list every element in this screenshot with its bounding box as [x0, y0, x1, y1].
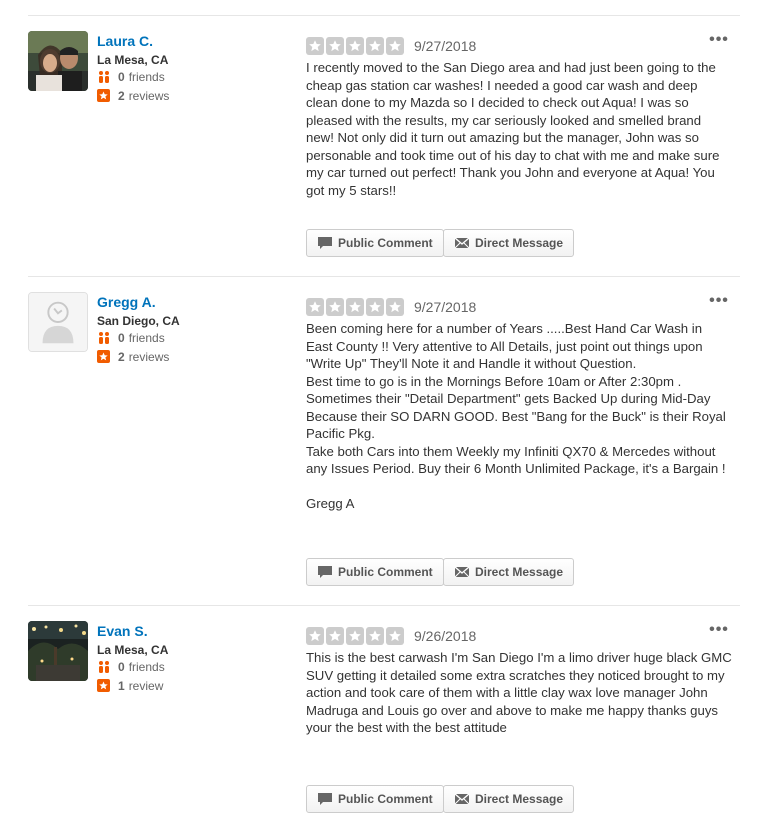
- friends-count: 0 friends: [97, 70, 165, 84]
- star-icon: [386, 37, 404, 55]
- direct-message-button[interactable]: Direct Message: [443, 558, 575, 586]
- reviews-count: 2 reviews: [97, 89, 169, 103]
- public-comment-label: Public Comment: [338, 792, 433, 806]
- direct-message-button[interactable]: Direct Message: [443, 229, 575, 257]
- user-name[interactable]: Gregg A.: [97, 294, 156, 310]
- star-icon: [366, 298, 384, 316]
- friends-icon: [97, 70, 111, 84]
- divider: [28, 605, 740, 606]
- reviews-label: reviews: [128, 89, 170, 103]
- friends-label: friends: [128, 70, 165, 84]
- direct-message-button[interactable]: Direct Message: [443, 785, 575, 813]
- direct-message-label: Direct Message: [475, 565, 564, 579]
- direct-message-label: Direct Message: [475, 792, 564, 806]
- friends-icon: [97, 660, 111, 674]
- reviews-count: 1 review: [97, 679, 163, 693]
- public-comment-label: Public Comment: [338, 236, 433, 250]
- divider: [28, 276, 740, 277]
- envelope-icon: [454, 236, 470, 250]
- star-icon: [386, 298, 404, 316]
- star-icon: [326, 37, 344, 55]
- review-text: I recently moved to the San Diego area a…: [306, 60, 720, 198]
- public-comment-button[interactable]: Public Comment: [306, 785, 444, 813]
- friends-number: 0: [118, 70, 125, 84]
- friends-label: friends: [128, 331, 165, 345]
- user-location: San Diego, CA: [97, 314, 180, 328]
- more-options-icon[interactable]: •••: [709, 32, 729, 53]
- envelope-icon: [454, 792, 470, 806]
- friends-count: 0 friends: [97, 660, 165, 674]
- friends-number: 0: [118, 660, 125, 674]
- user-location: La Mesa, CA: [97, 643, 169, 657]
- more-options-icon[interactable]: •••: [709, 622, 729, 643]
- user-location: La Mesa, CA: [97, 53, 169, 67]
- star-rating: [306, 37, 406, 55]
- friends-count: 0 friends: [97, 331, 165, 345]
- review-item: Evan S. La Mesa, CA 0 friends 1 review 9…: [0, 621, 760, 821]
- friends-number: 0: [118, 331, 125, 345]
- reviews-count: 2 reviews: [97, 350, 169, 364]
- review-date: 9/27/2018: [414, 299, 477, 315]
- comment-icon: [317, 236, 333, 250]
- user-name[interactable]: Evan S.: [97, 623, 148, 639]
- review-date: 9/26/2018: [414, 628, 477, 644]
- star-icon: [386, 627, 404, 645]
- friends-icon: [97, 331, 111, 345]
- user-avatar[interactable]: [28, 292, 88, 352]
- user-avatar[interactable]: [28, 621, 88, 681]
- review-star-badge-icon: [97, 679, 111, 693]
- friends-label: friends: [128, 660, 165, 674]
- review-text: This is the best carwash I'm San Diego I…: [306, 650, 732, 735]
- public-comment-label: Public Comment: [338, 565, 433, 579]
- star-icon: [366, 37, 384, 55]
- public-comment-button[interactable]: Public Comment: [306, 558, 444, 586]
- star-icon: [346, 298, 364, 316]
- user-name[interactable]: Laura C.: [97, 33, 153, 49]
- review-date: 9/27/2018: [414, 38, 477, 54]
- comment-icon: [317, 565, 333, 579]
- star-icon: [326, 298, 344, 316]
- star-icon: [306, 627, 324, 645]
- review-item: Gregg A. San Diego, CA 0 friends 2 revie…: [0, 292, 760, 592]
- reviews-number: 1: [118, 679, 125, 693]
- star-icon: [326, 627, 344, 645]
- star-icon: [346, 37, 364, 55]
- star-icon: [306, 37, 324, 55]
- envelope-icon: [454, 565, 470, 579]
- comment-icon: [317, 792, 333, 806]
- star-icon: [346, 627, 364, 645]
- reviews-number: 2: [118, 350, 125, 364]
- user-avatar[interactable]: [28, 31, 88, 91]
- more-options-icon[interactable]: •••: [709, 293, 729, 314]
- review-text: Been coming here for a number of Years .…: [306, 321, 726, 511]
- direct-message-label: Direct Message: [475, 236, 564, 250]
- star-icon: [366, 627, 384, 645]
- reviews-number: 2: [118, 89, 125, 103]
- review-star-badge-icon: [97, 350, 111, 364]
- public-comment-button[interactable]: Public Comment: [306, 229, 444, 257]
- reviews-label: review: [128, 679, 164, 693]
- star-rating: [306, 627, 406, 645]
- star-rating: [306, 298, 406, 316]
- review-star-badge-icon: [97, 89, 111, 103]
- star-icon: [306, 298, 324, 316]
- review-item: Laura C. La Mesa, CA 0 friends 2 reviews…: [0, 31, 760, 261]
- divider: [28, 15, 740, 16]
- reviews-label: reviews: [128, 350, 170, 364]
